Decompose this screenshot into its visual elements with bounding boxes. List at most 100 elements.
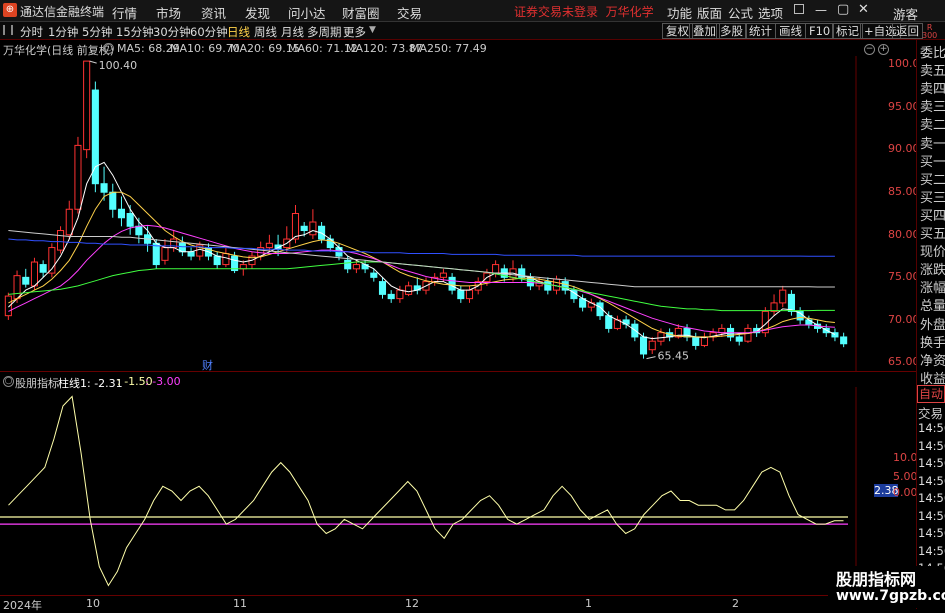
quote-field-7: 买二 [920,172,945,188]
candle-body [692,336,700,346]
candle-body [74,144,82,210]
close-icon[interactable]: ✕ [858,2,869,17]
minimize-icon[interactable]: — [815,3,827,17]
candle-body [239,264,247,270]
candle-body [735,336,743,342]
ind-tick-5: 5.00 [893,470,918,483]
tool-stats[interactable]: 统计 [745,23,776,39]
quote-field-2: 卖四 [920,82,945,98]
candle-body [152,242,160,266]
menu-layout[interactable]: 版面 [697,3,722,22]
candle-body [370,272,378,278]
auto-mode-button[interactable]: 自动 [917,385,945,403]
candle-body [352,264,360,270]
date-label-nov: 11 [233,597,247,610]
period-30min[interactable]: 30分钟 [153,24,191,40]
low-pointer [646,356,656,360]
ma120-line [8,230,835,288]
quote-field-9: 买四 [920,208,945,224]
quote-field-5: 卖一 [920,136,945,152]
trade-label[interactable]: 交易 [918,403,943,422]
menu-quotes[interactable]: 行情 [112,3,137,22]
candle-body [117,208,126,219]
chart-minus-icon[interactable]: − [864,44,875,55]
candle-body [109,191,117,210]
menu-ask-xiaoda[interactable]: 问小达 [288,3,326,22]
period-60min[interactable]: 60分钟 [190,24,228,40]
y-tick-90: 90.00 [888,142,920,155]
quote-field-11: 现价 [920,245,945,261]
candle-body [187,251,195,257]
candlestick-chart[interactable]: 100.40 65.45 财 [0,56,916,371]
ma5-line [8,161,836,340]
quote-field-1: 卖五 [920,64,945,80]
period-monthly[interactable]: 月线 [281,24,304,40]
more-dropdown-icon[interactable]: ▼ [369,25,376,35]
quote-field-18: 收益 [920,371,945,387]
broker-login-status[interactable]: 证券交易未登录 万华化学 [514,3,654,20]
candle-body [439,272,447,278]
period-daily[interactable]: 日线 [227,24,250,40]
candle-body [126,213,134,227]
candle-body [39,264,47,273]
tick-time-4: 14:56 [918,491,945,505]
quote-field-14: 总量 [920,299,945,315]
menu-formula[interactable]: 公式 [728,3,753,22]
indicator-line [8,395,844,587]
indicator-settings-icon[interactable]: ○ [3,376,14,387]
sidebar-toggle-icon[interactable] [3,25,13,35]
candle-body [648,340,656,351]
menu-functions[interactable]: 功能 [667,3,692,22]
candle-body [779,289,787,304]
high-pointer [89,60,97,64]
candle-body [291,213,300,240]
candle-body [22,276,30,285]
period-more[interactable]: 更多 [343,24,366,40]
menu-market[interactable]: 市场 [156,3,181,22]
quote-field-16: 换手 [920,335,945,351]
period-timeshare[interactable]: 分时 [20,24,43,40]
menu-options[interactable]: 选项 [758,3,783,22]
candle-body [405,285,413,295]
y-tick-85: 85.00 [888,185,920,198]
date-label-dec: 12 [405,597,419,610]
date-label-oct: 10 [86,597,100,610]
candle-body [787,293,795,312]
maximize-icon[interactable]: ▢ [837,2,849,17]
tool-f10[interactable]: F10 [805,23,835,39]
candle-body [83,60,91,151]
tick-time-1: 14:56 [918,438,945,453]
tool-draw[interactable]: 画线 [775,23,806,39]
period-multi[interactable]: 多周期 [307,24,342,40]
menu-discover[interactable]: 发现 [245,3,270,22]
quote-field-12: 涨跌 [920,263,945,279]
watermark-url: www.7gpzb.com [836,588,945,604]
quote-field-4: 卖二 [920,118,945,134]
chart-plus-icon[interactable]: + [878,44,889,55]
indicator-chart[interactable] [0,387,916,595]
app-logo-icon: ⊕ [3,3,17,17]
period-weekly[interactable]: 周线 [254,24,277,40]
title-stock-name: 万华化学 [605,5,654,19]
guest-label[interactable]: 游客 [893,4,918,23]
tool-multi-stock[interactable]: 多股 [716,23,747,39]
candle-body [465,289,474,300]
period-1min[interactable]: 1分钟 [48,24,78,40]
tick-time-5: 14:56 [918,508,945,523]
tool-back[interactable]: 返回 [892,23,923,39]
menu-wealth-circle[interactable]: 财富圈 [342,3,380,22]
y-tick-65: 65.00 [888,355,920,368]
period-5min[interactable]: 5分钟 [82,24,112,40]
candle-body [309,221,317,236]
shrink-icon[interactable] [794,4,804,14]
quote-field-13: 涨幅 [920,281,945,297]
app-title: 通达信金融终端 [20,5,105,19]
quote-field-10: 买五 [920,227,945,242]
candle-body [605,315,613,329]
chart-settings-icon[interactable]: ○ [103,43,114,54]
period-15min[interactable]: 15分钟 [116,24,154,40]
menu-trade[interactable]: 交易 [397,3,422,22]
tool-mark[interactable]: 标记 [832,23,863,39]
menu-news[interactable]: 资讯 [201,3,226,22]
quote-field-6: 买一 [920,154,945,170]
